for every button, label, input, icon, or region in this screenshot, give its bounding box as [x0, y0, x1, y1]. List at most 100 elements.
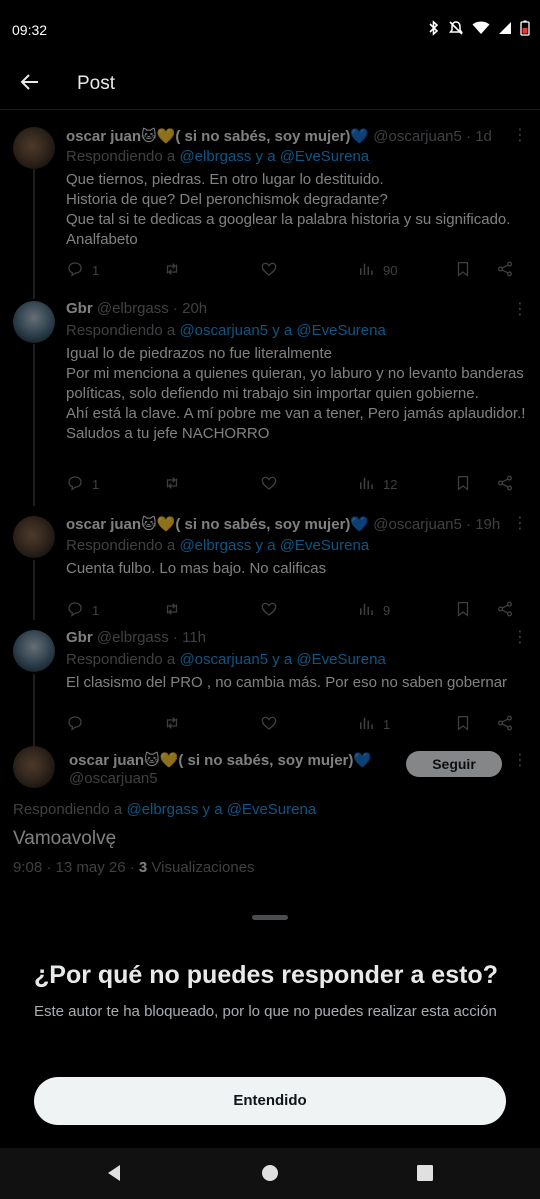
mention-link[interactable]: @oscarjuan5 y a @EveSurena [179, 651, 385, 668]
action-bar: 1 12 [66, 474, 516, 494]
author-name[interactable]: Gbr [66, 629, 93, 646]
bookmark-icon [454, 600, 472, 621]
views-button[interactable]: 90 [357, 260, 397, 280]
author-handle: @elbrgass · 11h [96, 629, 207, 646]
nav-home-icon[interactable] [259, 1162, 281, 1184]
reply-count: 1 [92, 262, 100, 278]
bookmark-button[interactable] [454, 714, 472, 734]
bookmark-icon [454, 474, 472, 495]
share-button[interactable] [496, 714, 514, 734]
thread-line [33, 169, 35, 299]
author-name[interactable]: oscar juan🐱💛( si no sabés, soy mujer)💙 [69, 752, 372, 769]
retweet-button[interactable] [163, 260, 189, 280]
heart-icon [260, 474, 278, 495]
author-handle: @oscarjuan5 · 19h [373, 516, 501, 533]
views-chart-icon [357, 714, 375, 735]
mute-bell-icon [448, 20, 464, 36]
like-button[interactable] [260, 714, 286, 734]
author-name[interactable]: oscar juan🐱💛( si no sabés, soy mujer)💙 [66, 516, 369, 533]
tweet-text: Que tiernos, piedras. En otro lugar lo d… [66, 171, 511, 248]
reply-button[interactable] [66, 714, 92, 734]
share-icon [496, 600, 514, 621]
author-handle: @oscarjuan5 · 1d [373, 128, 492, 145]
retweet-icon [163, 714, 181, 735]
follow-button[interactable]: Seguir [406, 751, 502, 777]
mention-link[interactable]: @elbrgass y a @EveSurena [179, 148, 369, 165]
share-button[interactable] [496, 260, 514, 280]
author-handle: @elbrgass · 20h [96, 300, 208, 317]
views-button[interactable]: 9 [357, 600, 390, 620]
bookmark-icon [454, 714, 472, 735]
retweet-button[interactable] [163, 600, 189, 620]
tweet-text: Igual lo de piedrazos no fue literalment… [66, 345, 526, 442]
nav-recents-icon[interactable] [414, 1162, 436, 1184]
views-chart-icon [357, 260, 375, 281]
like-button[interactable] [260, 474, 286, 494]
bookmark-button[interactable] [454, 600, 472, 620]
mention-link[interactable]: @elbrgass y a @EveSurena [179, 537, 369, 554]
bookmark-button[interactable] [454, 474, 472, 494]
avatar[interactable] [13, 630, 55, 672]
battery-icon [520, 20, 530, 36]
more-options-icon[interactable]: ⋮ [512, 516, 528, 532]
reply-button[interactable]: 1 [66, 600, 99, 620]
thread-line [33, 560, 35, 620]
heart-icon [260, 260, 278, 281]
bottom-sheet: ¿Por qué no puedes responder a esto? Est… [0, 897, 540, 1148]
system-nav-bar [0, 1148, 540, 1199]
tweet-text: Vamoavolvę [13, 828, 117, 849]
sheet-drag-handle[interactable] [252, 915, 288, 920]
share-icon [496, 474, 514, 495]
tweet-text: Cuenta fulbo. Lo mas bajo. No calificas [66, 560, 327, 577]
share-icon [496, 714, 514, 735]
tweet-timestamp: 9:08 · 13 may 26 · 3 Visualizaciones [13, 859, 255, 876]
retweet-icon [163, 260, 181, 281]
avatar[interactable] [13, 301, 55, 343]
thread-content: oscar juan🐱💛( si no sabés, soy mujer)💙 @… [0, 111, 540, 901]
more-options-icon[interactable]: ⋮ [512, 302, 528, 318]
more-options-icon[interactable]: ⋮ [512, 753, 528, 769]
reply-count: 1 [92, 602, 100, 618]
like-button[interactable] [260, 260, 286, 280]
views-button[interactable]: 1 [357, 714, 390, 734]
sheet-title: ¿Por qué no puedes responder a esto? [34, 961, 498, 989]
avatar[interactable] [13, 746, 55, 788]
more-options-icon[interactable]: ⋮ [512, 630, 528, 646]
reply-icon [66, 600, 84, 621]
author-handle: @oscarjuan5 [69, 770, 158, 787]
views-count: 90 [383, 262, 398, 278]
signal-icon [498, 21, 512, 35]
top-app-bar: Post [0, 60, 540, 110]
nav-back-icon[interactable] [103, 1162, 125, 1184]
tweet-text: El clasismo del PRO , no cambia más. Por… [66, 674, 508, 691]
retweet-button[interactable] [163, 474, 189, 494]
author-name[interactable]: oscar juan🐱💛( si no sabés, soy mujer)💙 [66, 128, 369, 145]
like-button[interactable] [260, 600, 286, 620]
mention-link[interactable]: @oscarjuan5 y a @EveSurena [179, 322, 385, 339]
bookmark-button[interactable] [454, 260, 472, 280]
action-bar: 1 90 [66, 260, 516, 280]
reply-icon [66, 474, 84, 495]
sheet-description: Este autor te ha bloqueado, por lo que n… [34, 1003, 497, 1020]
understood-button[interactable]: Entendido [34, 1077, 506, 1125]
heart-icon [260, 714, 278, 735]
share-button[interactable] [496, 474, 514, 494]
mention-link[interactable]: @elbrgass y a @EveSurena [126, 801, 316, 818]
back-arrow-icon[interactable] [18, 70, 42, 94]
retweet-button[interactable] [163, 714, 189, 734]
share-icon [496, 260, 514, 281]
replying-to: Respondiendo a @oscarjuan5 y a @EveSuren… [66, 651, 386, 668]
author-name[interactable]: Gbr [66, 300, 93, 317]
reply-button[interactable]: 1 [66, 474, 99, 494]
more-options-icon[interactable]: ⋮ [512, 128, 528, 144]
views-chart-icon [357, 600, 375, 621]
reply-button[interactable]: 1 [66, 260, 99, 280]
retweet-icon [163, 474, 181, 495]
views-chart-icon [357, 474, 375, 495]
views-button[interactable]: 12 [357, 474, 397, 494]
avatar[interactable] [13, 516, 55, 558]
avatar[interactable] [13, 127, 55, 169]
bluetooth-icon [428, 20, 440, 36]
replying-to: Respondiendo a @elbrgass y a @EveSurena [66, 537, 370, 554]
share-button[interactable] [496, 600, 514, 620]
